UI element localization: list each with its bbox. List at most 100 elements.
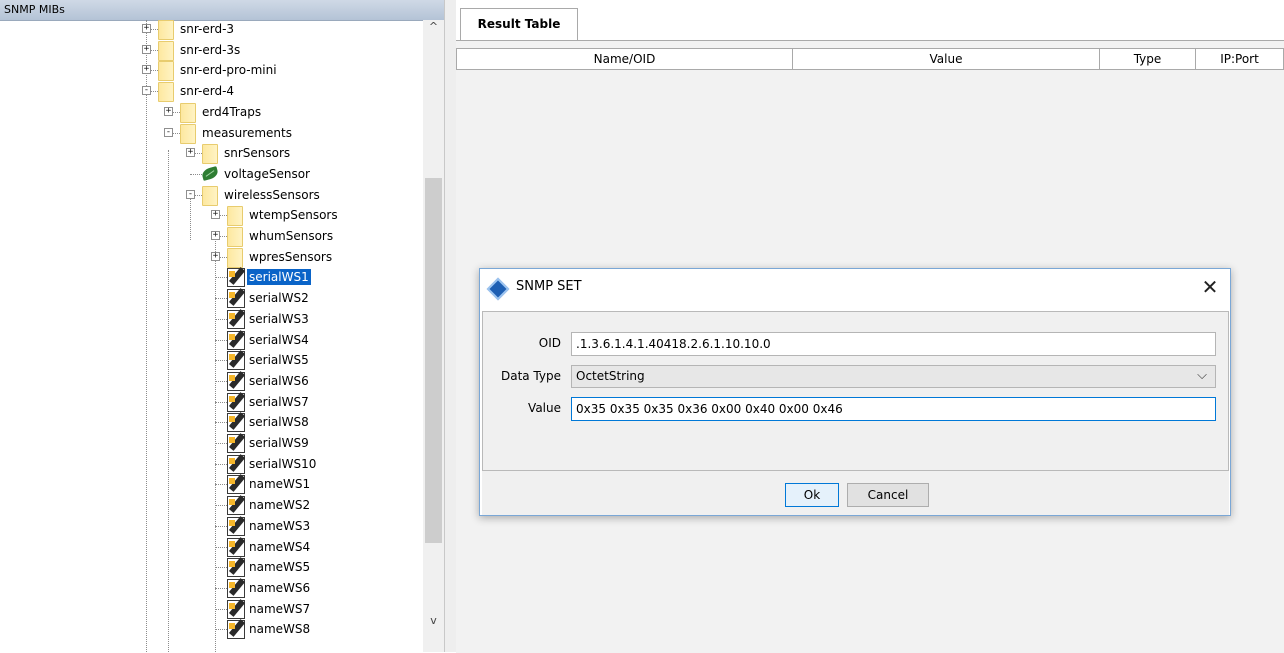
tree-node[interactable]: serialWS8 <box>0 412 420 433</box>
tree-node[interactable]: nameWS2 <box>0 495 420 516</box>
scroll-down-icon[interactable]: v <box>423 614 444 630</box>
folder-icon <box>227 227 243 247</box>
writable-node-icon <box>227 454 245 474</box>
oid-input[interactable] <box>571 332 1216 356</box>
cancel-button[interactable]: Cancel <box>847 483 929 507</box>
writable-node-icon <box>227 371 245 391</box>
folder-icon <box>180 102 196 123</box>
close-icon[interactable]: ✕ <box>1196 273 1224 301</box>
tree-node[interactable]: + whumSensors <box>0 226 420 247</box>
expand-icon[interactable]: + <box>186 148 195 158</box>
collapse-icon[interactable]: - <box>186 189 195 199</box>
scrollbar-thumb[interactable] <box>425 178 442 543</box>
tree-node[interactable]: - snr-erd-4 <box>0 81 420 103</box>
data-type-selected-value: OctetString <box>576 369 645 383</box>
tree-node-label: voltageSensor <box>224 166 310 181</box>
dialog-title: SNMP SET <box>516 279 582 294</box>
tree-node[interactable]: nameWS3 <box>0 516 420 537</box>
dialog-title-bar[interactable]: SNMP SET ✕ <box>480 269 1230 307</box>
tree-connector <box>215 380 227 382</box>
ok-button[interactable]: Ok <box>785 483 839 507</box>
tree-node[interactable]: + wtempSensors <box>0 205 420 227</box>
column-header-name-oid[interactable]: Name/OID <box>456 48 793 70</box>
column-header-ip-port[interactable]: IP:Port <box>1196 48 1284 70</box>
tree-node[interactable]: serialWS7 <box>0 392 420 413</box>
tree-connector <box>215 360 227 362</box>
writable-node-icon <box>227 268 245 288</box>
tab-strip: Result Table <box>456 0 1284 40</box>
tree-node[interactable]: nameWS5 <box>0 557 420 578</box>
tree-node[interactable]: nameWS6 <box>0 578 420 599</box>
dialog-footer: Ok Cancel <box>482 471 1229 515</box>
expand-icon[interactable]: + <box>211 210 220 220</box>
writable-node-icon <box>227 392 245 412</box>
tree-node[interactable]: serialWS2 <box>0 288 420 309</box>
tree-node-label: serialWS5 <box>249 353 309 368</box>
value-input[interactable] <box>571 397 1216 421</box>
tree-node-label: nameWS5 <box>249 560 311 575</box>
tree-node[interactable]: nameWS1 <box>0 474 420 495</box>
expand-icon[interactable]: + <box>211 251 220 261</box>
tree-node-label: serialWS10 <box>249 456 317 471</box>
tree-node[interactable]: serialWS1 <box>0 267 420 288</box>
tree-connector <box>215 505 227 507</box>
tree-node-label: serialWS9 <box>249 436 309 450</box>
column-header-type[interactable]: Type <box>1100 48 1196 70</box>
mib-tree-panel: SNMP MIBs + snr-erd-3 + snr-erd-3s + snr-erd-… <box>0 0 444 652</box>
tree-node-label: nameWS4 <box>249 539 311 554</box>
tree-node[interactable]: voltageSensor <box>0 164 420 185</box>
tree-node[interactable]: serialWS6 <box>0 371 420 392</box>
writable-node-icon <box>227 351 245 371</box>
tree-node-label: serialWS2 <box>249 291 309 306</box>
folder-icon <box>180 123 196 144</box>
column-header-value[interactable]: Value <box>793 48 1100 70</box>
tree-node[interactable]: + snr-erd-pro-mini <box>0 60 420 82</box>
tree-connector <box>190 173 202 175</box>
expand-icon[interactable]: + <box>142 24 151 33</box>
tree-node[interactable]: nameWS4 <box>0 537 420 558</box>
tree-node-label: nameWS3 <box>249 518 311 533</box>
expand-icon[interactable]: + <box>211 231 220 240</box>
tree-node-label: nameWS6 <box>249 580 311 595</box>
collapse-icon[interactable]: - <box>164 127 173 137</box>
collapse-icon[interactable]: - <box>142 86 151 96</box>
tree-node[interactable]: + wpresSensors <box>0 247 420 268</box>
tree-node[interactable]: - wirelessSensors <box>0 185 420 206</box>
dialog-form: OID Data Type OctetString ⌵ Value <box>482 311 1229 471</box>
tree-scrollbar[interactable] <box>423 20 444 652</box>
tab-result-table[interactable]: Result Table <box>460 8 578 40</box>
result-table-header: Name/OID Value Type IP:Port <box>456 48 1284 70</box>
tree-node[interactable]: serialWS5 <box>0 350 420 371</box>
mib-tree[interactable]: + snr-erd-3 + snr-erd-3s + snr-erd-pro-mini - s… <box>0 20 423 652</box>
writable-node-icon <box>227 289 245 309</box>
tree-connector <box>215 463 227 465</box>
snmp-diamond-icon <box>486 277 510 301</box>
tree-connector <box>215 443 227 444</box>
tree-node[interactable]: nameWS8 <box>0 619 420 640</box>
tree-node[interactable]: serialWS4 <box>0 330 420 351</box>
scroll-up-icon[interactable]: ^ <box>423 20 444 36</box>
expand-icon[interactable]: + <box>164 106 173 116</box>
tree-node-label: serialWS1 <box>247 269 311 286</box>
mib-panel-title: SNMP MIBs <box>4 3 65 16</box>
value-label: Value <box>528 401 561 415</box>
tree-node[interactable]: serialWS9 <box>0 433 420 454</box>
tree-node-label: serialWS7 <box>249 394 309 409</box>
tree-node-label: nameWS2 <box>249 498 311 513</box>
folder-icon <box>158 40 174 61</box>
writable-node-icon <box>227 309 245 329</box>
tree-node[interactable]: + snr-erd-3 <box>0 20 420 40</box>
expand-icon[interactable]: + <box>142 44 151 54</box>
tree-node[interactable]: + erd4Traps <box>0 102 420 123</box>
tree-node[interactable]: serialWS3 <box>0 309 420 330</box>
tree-node[interactable]: nameWS7 <box>0 599 420 620</box>
data-type-select[interactable]: OctetString ⌵ <box>571 365 1216 388</box>
tree-node[interactable]: + snrSensors <box>0 143 420 165</box>
expand-icon[interactable]: + <box>142 65 151 75</box>
tree-node[interactable]: - measurements <box>0 123 420 144</box>
folder-icon <box>158 61 174 82</box>
tree-node[interactable]: serialWS10 <box>0 454 420 475</box>
tree-connector <box>215 587 227 589</box>
tree-node-label: snrSensors <box>224 146 291 161</box>
tree-node[interactable]: + snr-erd-3s <box>0 40 420 61</box>
